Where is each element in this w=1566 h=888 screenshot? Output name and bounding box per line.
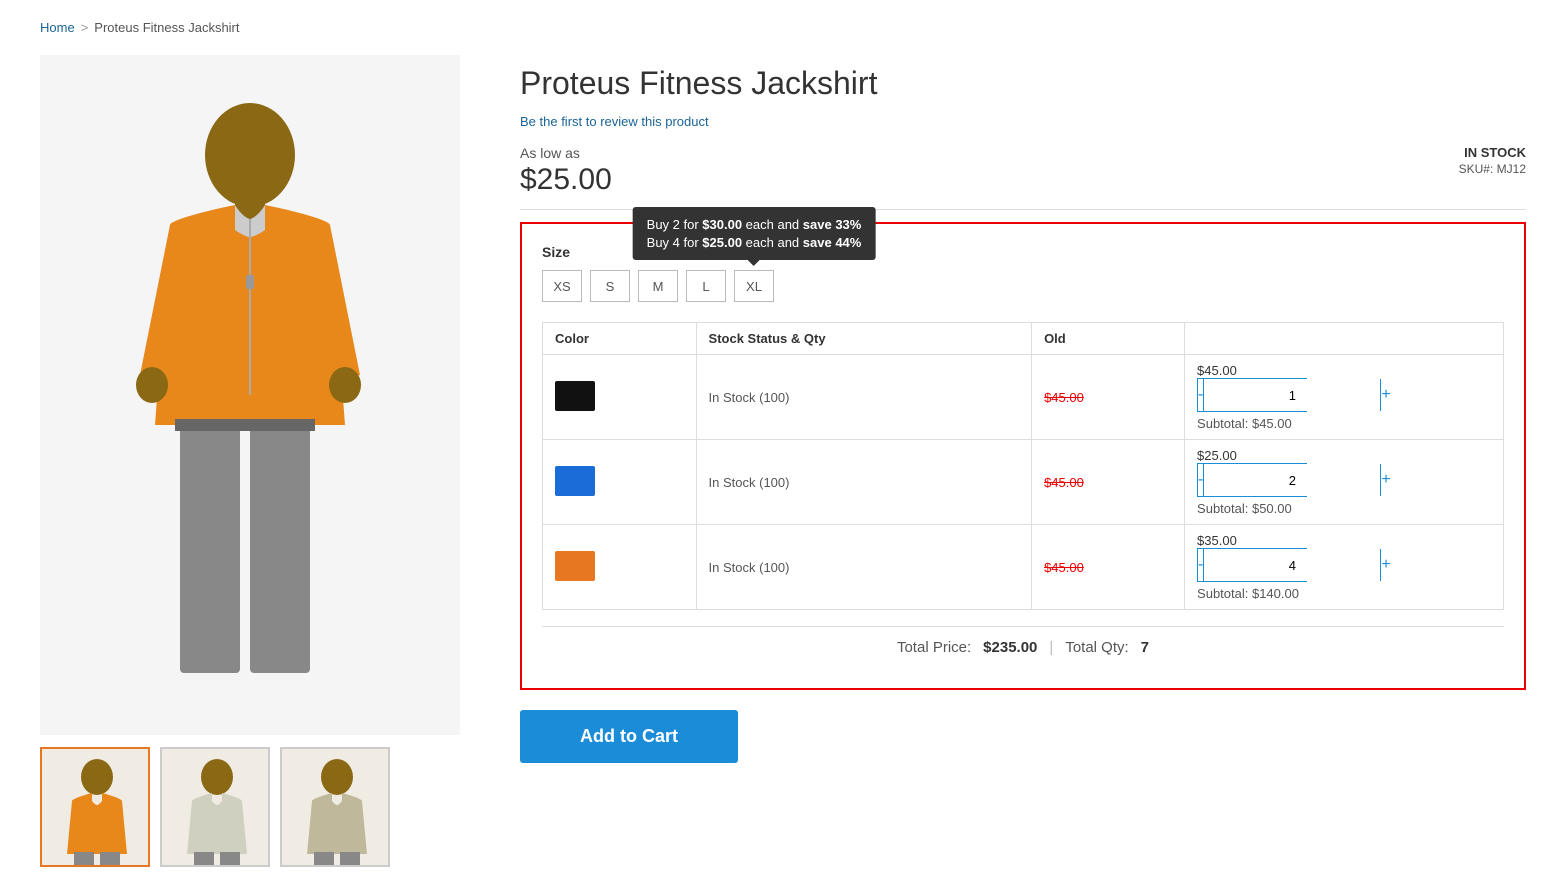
- color-swatch-orange: [555, 551, 595, 581]
- cell-qty-1: $25.00-+ Subtotal: $50.00: [1185, 440, 1504, 525]
- main-image: [40, 55, 460, 735]
- color-swatch-black: [555, 381, 595, 411]
- header-stock: Stock Status & Qty: [696, 323, 1032, 355]
- total-qty-value: 7: [1141, 639, 1149, 656]
- breadcrumb-current: Proteus Fitness Jackshirt: [94, 20, 239, 35]
- qty-input-0[interactable]: [1203, 379, 1381, 411]
- sku-label: SKU#:: [1459, 162, 1494, 176]
- header-color: Color: [543, 323, 697, 355]
- subtotal-2: Subtotal: $140.00: [1197, 586, 1491, 601]
- breadcrumb-home[interactable]: Home: [40, 20, 75, 35]
- qty-stepper-0: -+: [1197, 378, 1307, 412]
- table-row: In Stock (100)$45.00$45.00-+Subtotal: $4…: [543, 355, 1504, 440]
- old-price-1: $45.00: [1044, 475, 1084, 490]
- new-price-1: $25.00: [1197, 448, 1491, 463]
- total-price-value: $235.00: [983, 639, 1037, 656]
- cell-color-0: [543, 355, 697, 440]
- page-container: Home > Proteus Fitness Jackshirt: [0, 0, 1566, 887]
- qty-stepper-1: -+: [1197, 463, 1307, 497]
- thumbnail-2-image: [162, 749, 268, 865]
- size-options: XS S M L XL Buy 2 for $30.00 each and sa…: [542, 270, 1504, 302]
- stock-status: IN STOCK: [1459, 145, 1526, 160]
- old-price-2: $45.00: [1044, 560, 1084, 575]
- thumbnail-1[interactable]: [40, 747, 150, 867]
- matrix-tbody: In Stock (100)$45.00$45.00-+Subtotal: $4…: [543, 355, 1504, 610]
- product-title: Proteus Fitness Jackshirt: [520, 65, 1526, 102]
- cell-stock-0: In Stock (100): [696, 355, 1032, 440]
- size-label: Size: [542, 244, 1504, 260]
- size-btn-s[interactable]: S: [590, 270, 630, 302]
- qty-input-2[interactable]: [1203, 549, 1381, 581]
- size-btn-m[interactable]: M: [638, 270, 678, 302]
- as-low-as-label: As low as: [520, 145, 612, 161]
- qty-plus-0[interactable]: +: [1381, 379, 1390, 411]
- product-image-svg: [90, 75, 410, 715]
- product-price: $25.00: [520, 163, 612, 197]
- thumbnail-2[interactable]: [160, 747, 270, 867]
- review-link[interactable]: Be the first to review this product: [520, 114, 1526, 129]
- qty-stepper-2: -+: [1197, 548, 1307, 582]
- sku: SKU#: MJ12: [1459, 162, 1526, 176]
- table-header-row: Color Stock Status & Qty Old: [543, 323, 1504, 355]
- thumbnail-3[interactable]: [280, 747, 390, 867]
- total-qty-label: Total Qty:: [1065, 639, 1128, 656]
- thumbnail-3-image: [282, 749, 388, 865]
- cell-color-1: [543, 440, 697, 525]
- matrix-table: Color Stock Status & Qty Old In Stock (1…: [542, 322, 1504, 610]
- cell-old-price-1: $45.00: [1032, 440, 1185, 525]
- price-right: IN STOCK SKU#: MJ12: [1459, 145, 1526, 176]
- cell-color-2: [543, 525, 697, 610]
- cell-old-price-2: $45.00: [1032, 525, 1185, 610]
- table-row: In Stock (100) $45.00 $35.00-+ Subtotal: $1…: [543, 525, 1504, 610]
- tooltip-line-1: Buy 2 for $30.00 each and save 33%: [647, 217, 862, 232]
- subtotal-1: Subtotal: $50.00: [1197, 501, 1491, 516]
- price-left: As low as $25.00: [520, 145, 612, 197]
- totals-separator: |: [1049, 639, 1053, 656]
- total-price-label: Total Price:: [897, 639, 971, 656]
- old-price-0: $45.00: [1044, 390, 1084, 405]
- breadcrumb-separator: >: [81, 20, 89, 35]
- add-to-cart-button[interactable]: Add to Cart: [520, 710, 738, 763]
- cell-stock-1: In Stock (100): [696, 440, 1032, 525]
- thumbnail-list: [40, 747, 460, 867]
- product-images: [40, 55, 460, 867]
- header-qty: [1185, 323, 1504, 355]
- thumbnail-1-image: [42, 749, 148, 865]
- config-box: Size XS S M L XL Buy 2 for $30.00 each a…: [520, 222, 1526, 690]
- cell-qty-2: $35.00-+ Subtotal: $140.00: [1185, 525, 1504, 610]
- table-row: In Stock (100) $45.00 $25.00-+ Subtotal: $5…: [543, 440, 1504, 525]
- color-swatch-blue: [555, 466, 595, 496]
- main-layout: Proteus Fitness Jackshirt Be the first t…: [40, 55, 1526, 867]
- sku-value: MJ12: [1497, 162, 1526, 176]
- product-details: Proteus Fitness Jackshirt Be the first t…: [520, 55, 1526, 763]
- qty-plus-1[interactable]: +: [1381, 464, 1390, 496]
- size-btn-xl[interactable]: XL: [734, 270, 774, 302]
- qty-input-1[interactable]: [1203, 464, 1381, 496]
- cell-qty-0: $45.00-+ Subtotal: $45.00: [1185, 355, 1504, 440]
- totals-row: Total Price: $235.00 | Total Qty: 7: [542, 626, 1504, 668]
- price-section: As low as $25.00 IN STOCK SKU#: MJ12: [520, 145, 1526, 197]
- new-price-0: $45.00: [1197, 363, 1491, 378]
- qty-plus-2[interactable]: +: [1381, 549, 1390, 581]
- new-price-2: $35.00: [1197, 533, 1491, 548]
- header-old-price: Old: [1032, 323, 1185, 355]
- divider: [520, 209, 1526, 210]
- tooltip-wrapper: XL Buy 2 for $30.00 each and save 33% Bu…: [734, 270, 774, 302]
- cell-old-price-0: $45.00: [1032, 355, 1185, 440]
- size-btn-l[interactable]: L: [686, 270, 726, 302]
- cell-stock-2: In Stock (100): [696, 525, 1032, 610]
- size-btn-xs[interactable]: XS: [542, 270, 582, 302]
- breadcrumb: Home > Proteus Fitness Jackshirt: [40, 20, 1526, 35]
- subtotal-0: Subtotal: $45.00: [1197, 416, 1491, 431]
